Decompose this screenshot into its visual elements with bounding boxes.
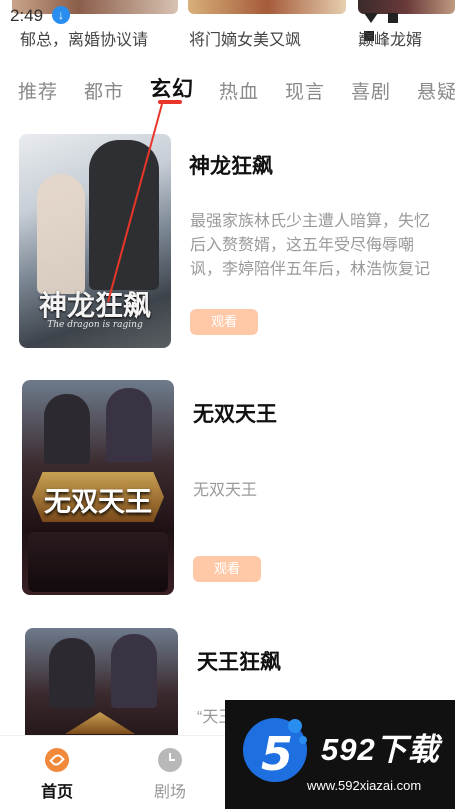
watch-button-2[interactable]: 观看 bbox=[193, 556, 261, 582]
watermark-logo-icon: 5 bbox=[243, 718, 307, 782]
category-tabs: 推荐 都市 玄幻 热血 现言 喜剧 悬疑 bbox=[0, 68, 455, 108]
drama-desc-1: 最强家族林氏少主遭人暗算，失忆后入赘赘婿，这五年受尽侮辱嘲讽，李婷陪伴五年后，林… bbox=[190, 213, 430, 278]
poster-figure-woman bbox=[37, 174, 85, 294]
nav-theater-label: 剧场 bbox=[153, 784, 186, 801]
tab-recommend[interactable]: 推荐 bbox=[18, 77, 58, 104]
active-tab-indicator bbox=[158, 100, 182, 104]
poster-cast-row bbox=[28, 532, 168, 592]
drama-desc-2: 无双天王 bbox=[193, 482, 258, 499]
tab-comedy[interactable]: 喜剧 bbox=[351, 77, 391, 104]
poster-figure-man bbox=[44, 394, 90, 464]
nav-theater[interactable]: 剧场 bbox=[140, 748, 200, 802]
tab-urban[interactable]: 都市 bbox=[84, 77, 124, 104]
top-strip-title-2[interactable]: 将门嫡女美又飒 bbox=[189, 26, 301, 50]
poster-emblem bbox=[65, 712, 135, 734]
poster-figure-man bbox=[49, 638, 95, 708]
clock-icon bbox=[158, 748, 182, 772]
poster-subtitle-1: The dragon is raging bbox=[47, 320, 143, 330]
top-thumb-2[interactable] bbox=[188, 0, 346, 14]
tab-mystery[interactable]: 悬疑 bbox=[417, 77, 455, 104]
poster-figure-woman bbox=[106, 388, 152, 462]
poster-title-2: 无双天王 bbox=[44, 487, 152, 518]
top-recommend-strip: 2:49 ↓ 郁总，离婚协议请 将门嫡女美又飒 巅峰龙婿 bbox=[0, 0, 455, 52]
nav-home[interactable]: 首页 bbox=[27, 748, 87, 802]
tab-passion[interactable]: 热血 bbox=[219, 77, 259, 104]
poster-figure-woman bbox=[111, 634, 157, 708]
poster-figure-man bbox=[89, 140, 159, 290]
watch-button-1[interactable]: 观看 bbox=[190, 309, 258, 335]
watermark-url: www.592xiazai.com bbox=[307, 778, 422, 793]
svg-text:5: 5 bbox=[261, 727, 293, 781]
drama-title-1[interactable]: 神龙狂飙 bbox=[189, 150, 273, 180]
signal-icon bbox=[388, 13, 399, 23]
drama-poster-3[interactable] bbox=[25, 628, 178, 748]
wifi-icon bbox=[364, 13, 378, 23]
poster-title-1: 神龙狂飙 bbox=[38, 289, 151, 322]
tab-fantasy[interactable]: 玄幻 bbox=[150, 73, 194, 103]
nav-home-label: 首页 bbox=[40, 784, 73, 801]
drama-title-2[interactable]: 无双天王 bbox=[193, 398, 277, 428]
tab-romance[interactable]: 现言 bbox=[285, 77, 325, 104]
watermark-brand: 592下载 bbox=[321, 732, 440, 767]
status-icons bbox=[364, 10, 424, 41]
watermark-592xiazai: 5 592下载 www.592xiazai.com bbox=[225, 700, 455, 809]
drama-title-3[interactable]: 天王狂飙 bbox=[197, 646, 281, 676]
status-time: 2:49 bbox=[10, 6, 44, 25]
home-icon bbox=[45, 748, 69, 772]
drama-poster-2[interactable]: 无双天王 bbox=[22, 380, 174, 595]
download-icon: ↓ bbox=[52, 6, 70, 24]
drama-poster-1[interactable]: 神龙狂飙 The dragon is raging bbox=[19, 134, 171, 348]
top-strip-title-1[interactable]: 郁总，离婚协议请 bbox=[20, 26, 148, 50]
top-strip-title-3[interactable]: 巅峰龙婿 bbox=[358, 26, 422, 50]
